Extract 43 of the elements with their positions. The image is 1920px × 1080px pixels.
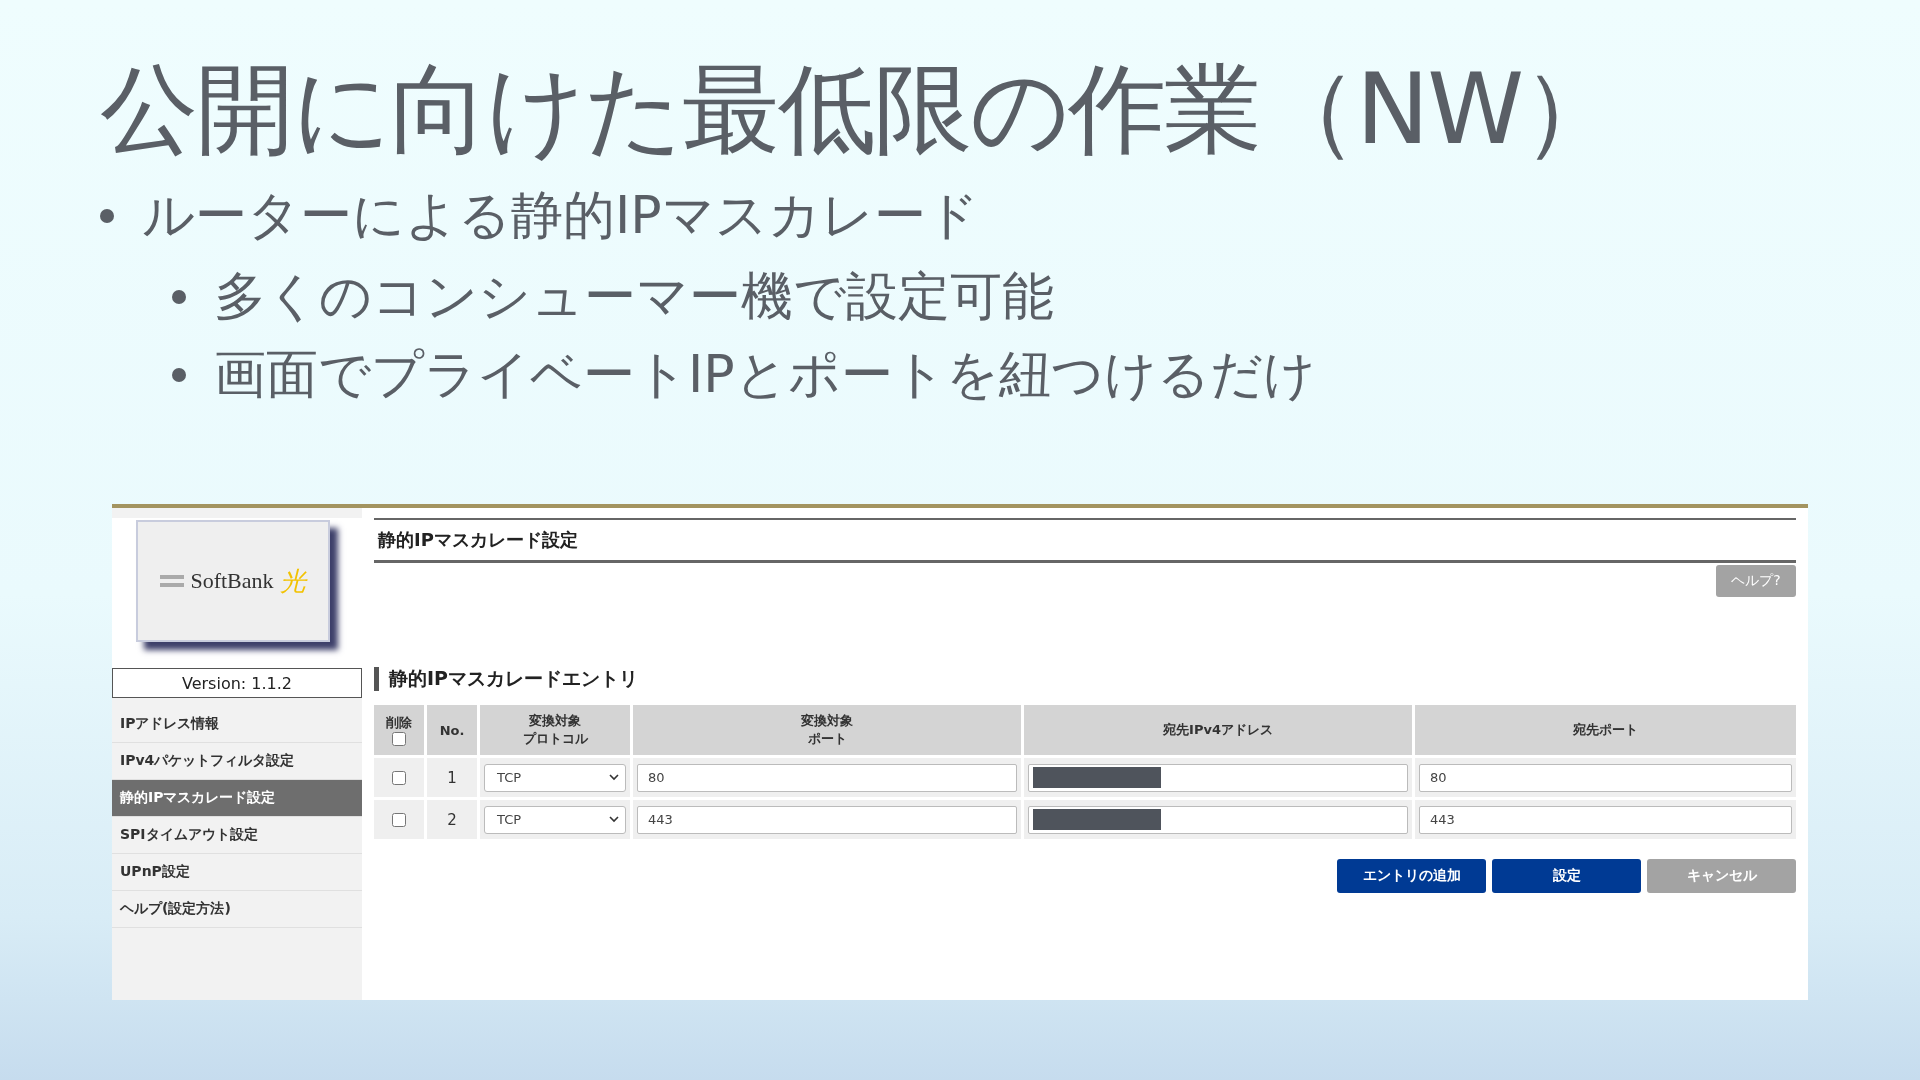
action-button[interactable]: エントリの追加	[1337, 859, 1486, 893]
row-checkbox[interactable]	[392, 812, 406, 827]
column-label: プロトコル	[522, 730, 588, 748]
page-title: 静的IPマスカレード設定	[374, 518, 1796, 563]
bullet-icon	[172, 368, 186, 382]
column-label: 宛先ポート	[1573, 721, 1638, 739]
row-number: 1	[447, 768, 457, 787]
version-label: Version: 1.1.2	[112, 668, 362, 698]
action-button[interactable]: 設定	[1492, 859, 1641, 893]
bars-icon	[160, 573, 185, 589]
bullet-icon	[100, 209, 114, 223]
column-label: 削除	[386, 714, 412, 732]
column-label: ポート	[807, 730, 847, 748]
nav-item[interactable]: ヘルプ(設定方法)	[112, 891, 362, 928]
protocol-select[interactable]: TCP	[484, 763, 626, 792]
port-field[interactable]: 443	[1419, 805, 1792, 834]
bullet-text: ルーターによる静的IPマスカレード	[142, 184, 979, 247]
port-field[interactable]: 80	[1419, 763, 1792, 792]
nav-item[interactable]: 静的IPマスカレード設定	[112, 780, 362, 817]
port-field[interactable]: 80	[637, 763, 1017, 792]
bullet-text: 画面でプライベートIPとポートを紐つけるだけ	[214, 343, 1316, 406]
logo-mark: 光	[279, 564, 306, 598]
section-heading: 静的IPマスカレードエントリ	[374, 667, 1796, 691]
nav-item[interactable]: UPnP設定	[112, 854, 362, 891]
column-label: 変換対象	[529, 712, 581, 730]
chevron-icon	[609, 816, 619, 823]
chevron-icon	[609, 774, 619, 781]
address-field[interactable]	[1028, 763, 1408, 792]
slide-title: 公開に向けた最低限の作業（NW）	[100, 51, 1619, 168]
row-number: 2	[447, 810, 457, 829]
column-label: 変換対象	[801, 712, 853, 730]
nav-item[interactable]: SPIタイムアウト設定	[112, 817, 362, 854]
protocol-select[interactable]: TCP	[484, 805, 626, 834]
nav-item[interactable]: IPアドレス情報	[112, 706, 362, 743]
bullet-icon	[172, 290, 186, 304]
logo-text: SoftBank	[190, 568, 274, 594]
bullet-text: 多くのコンシューマー機で設定可能	[214, 265, 1054, 328]
select-all-checkbox[interactable]	[392, 732, 406, 746]
port-field[interactable]: 443	[637, 805, 1017, 834]
address-field[interactable]	[1028, 805, 1408, 834]
column-label: 宛先IPv4アドレス	[1163, 721, 1273, 739]
row-checkbox[interactable]	[392, 770, 406, 785]
column-label: No.	[439, 722, 465, 738]
